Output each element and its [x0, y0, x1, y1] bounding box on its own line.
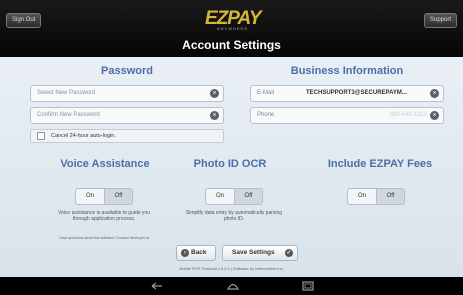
photo-id-ocr-title: Photo ID OCR [193, 158, 267, 170]
business-section-title: Business Information [290, 65, 404, 77]
toggle-on[interactable]: On [76, 189, 104, 204]
clear-icon[interactable]: × [210, 89, 219, 98]
sign-out-button[interactable]: Sign Out [6, 13, 42, 28]
check-icon: ✓ [285, 249, 293, 257]
clear-icon[interactable]: × [210, 111, 219, 120]
nav-back-icon[interactable] [150, 280, 164, 292]
voice-help-text: Have questions about this software? Cont… [59, 236, 149, 240]
system-nav-bar [0, 277, 463, 295]
save-settings-label: Save Settings [232, 249, 275, 256]
cancel-autologin-checkbox[interactable] [37, 132, 45, 140]
cancel-autologin-row[interactable]: Cancel 24-hour auto-login. [30, 129, 224, 143]
ezpay-logo: EZPAY ANYWHERE [205, 8, 262, 32]
nav-home-icon[interactable] [226, 280, 240, 292]
voice-assistance-toggle[interactable]: On Off [75, 188, 133, 205]
toggle-off[interactable]: Off [104, 189, 132, 204]
voice-assistance-title: Voice Assistance [60, 158, 150, 170]
new-password-placeholder: Select New Password [37, 90, 96, 96]
include-fees-title: Include EZPAY Fees [327, 158, 433, 170]
voice-assistance-description: Voice assistance is available to guide y… [57, 210, 150, 222]
back-button[interactable]: ‹ Back [176, 245, 216, 261]
phone-label: Phone [257, 112, 275, 118]
page-title: Account Settings [182, 38, 281, 52]
password-section-title: Password [101, 65, 153, 77]
app-window: Sign Out EZPAY ANYWHERE Support Account … [0, 0, 463, 295]
email-field[interactable]: E-Mail TECHSUPPORT3@SECUREPAYM... × [250, 85, 444, 102]
toggle-off[interactable]: Off [234, 189, 262, 204]
confirm-password-placeholder: Confirm New Password [37, 112, 100, 118]
phone-field[interactable]: Phone 888-549-1323 × [250, 107, 444, 124]
save-settings-button[interactable]: Save Settings ✓ [222, 245, 298, 261]
toggle-on[interactable]: On [206, 189, 234, 204]
footer-note: Mobile POS Terminal v 5.0.0 | Software b… [179, 266, 284, 271]
support-button[interactable]: Support [423, 13, 457, 28]
header-bar: Sign Out EZPAY ANYWHERE Support Account … [0, 0, 463, 57]
nav-recents-icon[interactable] [301, 280, 315, 292]
cancel-autologin-label: Cancel 24-hour auto-login. [51, 133, 116, 139]
phone-value: 888-549-1323 [389, 112, 427, 118]
photo-id-ocr-description: Simplify data entry by automatically par… [185, 210, 283, 222]
new-password-field[interactable]: Select New Password × [30, 85, 224, 102]
clear-icon[interactable]: × [430, 89, 439, 98]
clear-icon[interactable]: × [430, 111, 439, 120]
email-value: TECHSUPPORT3@SECUREPAYM... [306, 90, 407, 96]
include-fees-toggle[interactable]: On Off [347, 188, 405, 205]
confirm-password-field[interactable]: Confirm New Password × [30, 107, 224, 124]
back-arrow-icon: ‹ [181, 249, 189, 257]
email-label: E-Mail [257, 90, 275, 96]
logo-sub: ANYWHERE [217, 26, 249, 31]
photo-id-ocr-toggle[interactable]: On Off [205, 188, 263, 205]
toggle-on[interactable]: On [348, 189, 376, 204]
back-label: Back [191, 249, 207, 256]
toggle-off[interactable]: Off [376, 189, 404, 204]
